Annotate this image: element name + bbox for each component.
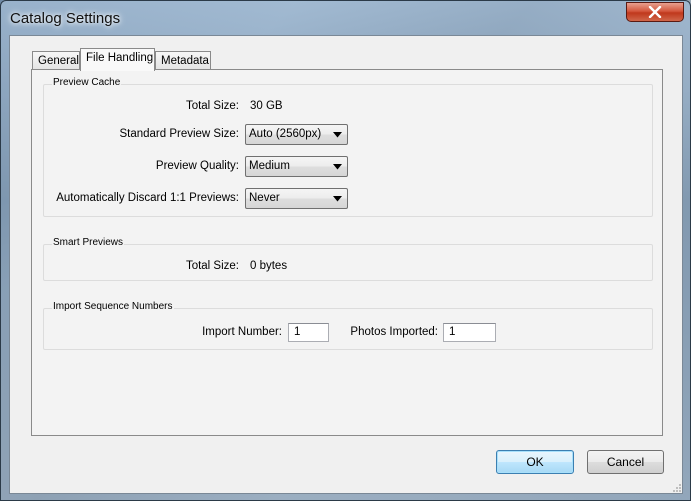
ok-button[interactable]: OK bbox=[496, 450, 574, 474]
dropdown-value: Auto (2560px) bbox=[249, 128, 322, 140]
cancel-button-label: Cancel bbox=[606, 455, 645, 469]
smart-previews-group: Smart Previews Total Size: 0 bytes bbox=[43, 237, 653, 281]
tab-file-handling[interactable]: File Handling bbox=[80, 48, 155, 71]
discard-previews-label: Automatically Discard 1:1 Previews: bbox=[56, 192, 239, 204]
close-button[interactable] bbox=[626, 2, 684, 22]
window-title: Catalog Settings bbox=[10, 10, 121, 27]
standard-preview-size-label: Standard Preview Size: bbox=[119, 128, 239, 140]
preview-cache-group: Preview Cache Total Size: 30 GB Standard… bbox=[43, 77, 653, 217]
catalog-settings-window: Catalog Settings General File Handling M… bbox=[0, 0, 691, 501]
dialog-client-area: General File Handling Metadata Preview C… bbox=[9, 35, 683, 494]
smart-total-size-label: Total Size: bbox=[185, 260, 239, 272]
group-title-preview-cache: Preview Cache bbox=[52, 77, 122, 88]
total-size-value: 30 GB bbox=[250, 100, 283, 112]
chevron-down-icon bbox=[333, 196, 342, 202]
group-title-import-sequence: Import Sequence Numbers bbox=[52, 301, 174, 312]
dropdown-value: Medium bbox=[249, 160, 290, 172]
tab-label: Metadata bbox=[161, 55, 209, 67]
title-bar[interactable]: Catalog Settings bbox=[1, 1, 690, 35]
tab-general[interactable]: General bbox=[32, 51, 80, 70]
preview-quality-dropdown[interactable]: Medium bbox=[245, 156, 348, 177]
import-number-input[interactable]: 1 bbox=[288, 323, 329, 342]
total-size-label: Total Size: bbox=[185, 100, 239, 112]
resize-grip-icon[interactable] bbox=[672, 483, 682, 493]
close-icon bbox=[648, 6, 662, 18]
standard-preview-size-dropdown[interactable]: Auto (2560px) bbox=[245, 124, 348, 145]
tab-label: General bbox=[38, 55, 79, 67]
ok-button-label: OK bbox=[526, 455, 544, 469]
chevron-down-icon bbox=[333, 132, 342, 138]
photos-imported-input[interactable]: 1 bbox=[443, 323, 496, 342]
tab-metadata[interactable]: Metadata bbox=[155, 51, 211, 70]
preview-quality-label: Preview Quality: bbox=[155, 160, 239, 172]
discard-previews-dropdown[interactable]: Never bbox=[245, 188, 348, 209]
tab-label: File Handling bbox=[86, 52, 154, 64]
group-title-smart-previews: Smart Previews bbox=[52, 237, 125, 248]
cancel-button[interactable]: Cancel bbox=[587, 450, 664, 474]
chevron-down-icon bbox=[333, 164, 342, 170]
photos-imported-label: Photos Imported: bbox=[350, 326, 438, 338]
file-handling-panel: Preview Cache Total Size: 30 GB Standard… bbox=[31, 69, 663, 436]
import-sequence-group: Import Sequence Numbers Import Number: 1… bbox=[43, 301, 653, 350]
import-number-label: Import Number: bbox=[202, 326, 282, 338]
dropdown-value: Never bbox=[249, 192, 280, 204]
smart-total-size-value: 0 bytes bbox=[250, 260, 288, 272]
